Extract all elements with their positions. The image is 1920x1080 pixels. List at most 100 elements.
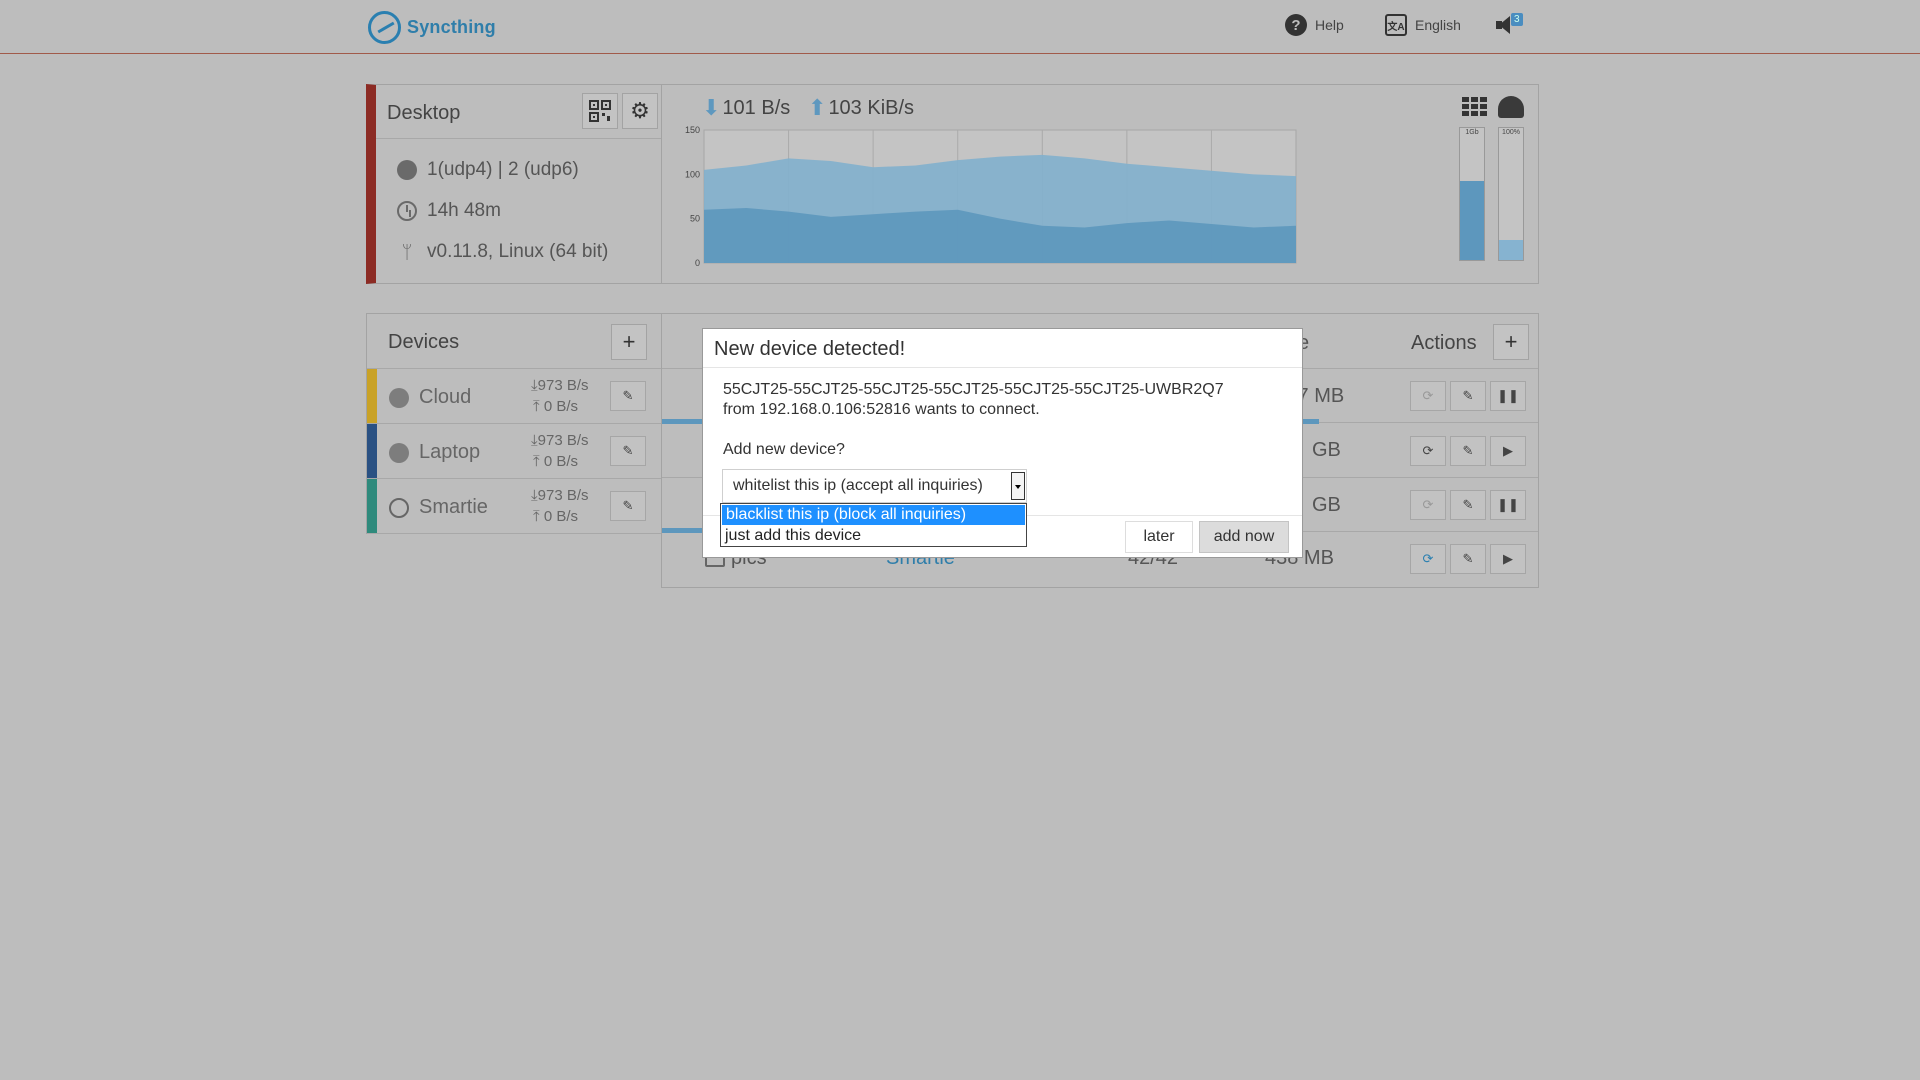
device-name: Cloud: [419, 386, 472, 408]
globe-icon: [397, 160, 417, 180]
play-icon: ▶: [1503, 443, 1513, 458]
refresh-icon: ⟳: [1422, 388, 1434, 403]
download-small-icon: ⤓: [531, 487, 538, 504]
y-tick-label: 100: [685, 169, 700, 179]
code-fork-icon: ᛘ: [401, 241, 413, 262]
edit-device-button[interactable]: ✎: [610, 436, 646, 466]
devices-title: Devices: [388, 331, 460, 353]
download-small-icon: ⤓: [531, 432, 538, 449]
device-up-rate: 0 B/s: [543, 398, 578, 415]
memory-bar: 1Gb: [1459, 127, 1485, 261]
syncthing-logo-icon: [368, 11, 401, 44]
resume-folder-button[interactable]: ▶: [1490, 544, 1526, 574]
notification-badge: 3: [1511, 13, 1523, 26]
edit-device-button[interactable]: ✎: [610, 491, 646, 521]
uptime-value: 14h 48m: [427, 200, 501, 221]
play-icon: ▶: [1503, 551, 1513, 566]
pause-folder-button[interactable]: ❚❚: [1490, 490, 1526, 520]
upload-rate-value: 103 KiB/s: [828, 96, 915, 119]
plus-icon: +: [622, 329, 636, 354]
chevron-down-icon[interactable]: [1011, 472, 1025, 500]
memory-bar-label: 1Gb: [1465, 129, 1479, 136]
pause-icon: ❚❚: [1497, 388, 1519, 403]
device-name: Laptop: [419, 441, 481, 463]
device-row-smartie[interactable]: Smartie ⤓973 B/s ⤒ 0 B/s ✎: [367, 479, 662, 534]
y-tick-label: 150: [685, 125, 700, 135]
qr-code-icon: [589, 100, 611, 122]
add-device-question: Add new device?: [723, 441, 845, 458]
grid-icon[interactable]: [1462, 96, 1488, 118]
rescan-folder-button[interactable]: ⟳: [1410, 436, 1446, 466]
device-action-select[interactable]: whitelist this ip (accept all inquiries): [722, 469, 1027, 503]
resume-folder-button[interactable]: ▶: [1490, 436, 1526, 466]
cpu-bar-label: 100%: [1502, 129, 1520, 136]
device-down-rate: 973 B/s: [537, 377, 589, 394]
edit-device-button[interactable]: ✎: [610, 381, 646, 411]
new-device-modal: New device detected! 55CJT25-55CJT25-55C…: [702, 328, 1303, 558]
rescan-folder-button[interactable]: ⟳: [1410, 381, 1446, 411]
device-name: Smartie: [419, 496, 488, 518]
help-menu[interactable]: ? Help: [1285, 14, 1344, 36]
pencil-icon: ✎: [1462, 497, 1474, 512]
gauge-icon[interactable]: [1498, 96, 1524, 118]
plus-icon: +: [1504, 329, 1518, 354]
top-navbar: Syncthing ? Help 文A English 3: [0, 0, 1920, 54]
device-status-dot: [389, 443, 409, 463]
add-device-button[interactable]: +: [611, 324, 647, 360]
device-status-dot: [389, 498, 409, 518]
device-action-options: blacklist this ip (block all inquiries) …: [720, 503, 1027, 547]
device-down-rate: 973 B/s: [537, 432, 589, 449]
devices-heading: Devices +: [367, 314, 661, 369]
add-now-button[interactable]: add now: [1199, 521, 1289, 553]
upload-icon: ⬆: [808, 95, 827, 120]
edit-folder-button[interactable]: ✎: [1450, 490, 1486, 520]
pause-folder-button[interactable]: ❚❚: [1490, 381, 1526, 411]
option-just-add[interactable]: just add this device: [721, 526, 1026, 546]
upload-small-icon: ⤒: [533, 398, 544, 415]
modal-title: New device detected!: [703, 329, 1302, 368]
refresh-icon: ⟳: [1422, 551, 1434, 566]
device-row-cloud[interactable]: Cloud ⤓973 B/s ⤒ 0 B/s ✎: [367, 369, 662, 424]
rescan-folder-button[interactable]: ⟳: [1410, 490, 1446, 520]
device-row-laptop[interactable]: Laptop ⤓973 B/s ⤒ 0 B/s ✎: [367, 424, 662, 479]
device-color-stripe: [367, 369, 377, 423]
device-up-rate: 0 B/s: [543, 453, 578, 470]
memory-bar-fill: [1460, 180, 1484, 260]
pause-icon: ❚❚: [1497, 497, 1519, 512]
traffic-chart: 150 100 50 0: [685, 125, 1297, 268]
device-up-rate: 0 B/s: [543, 508, 578, 525]
select-value: whitelist this ip (accept all inquiries): [733, 477, 983, 494]
uptime-info: 14h 48m: [397, 200, 501, 222]
clock-icon: [397, 201, 417, 221]
device-rates: ⤓973 B/s ⤒ 0 B/s: [531, 430, 589, 472]
device-rates: ⤓973 B/s ⤒ 0 B/s: [531, 375, 589, 417]
folder-size: GB: [1312, 439, 1341, 461]
listeners-info: 1(udp4) | 2 (udp6): [397, 159, 579, 181]
rescan-folder-button[interactable]: ⟳: [1410, 544, 1446, 574]
question-icon: ?: [1285, 14, 1307, 36]
modal-body: 55CJT25-55CJT25-55CJT25-55CJT25-55CJT25-…: [723, 380, 1224, 460]
edit-folder-button[interactable]: ✎: [1450, 436, 1486, 466]
edit-folder-button[interactable]: ✎: [1450, 381, 1486, 411]
language-menu[interactable]: 文A English: [1385, 14, 1461, 36]
pencil-icon: ✎: [1462, 551, 1474, 566]
qr-code-button[interactable]: [582, 93, 618, 129]
y-tick-label: 0: [695, 258, 700, 268]
version-value: v0.11.8, Linux (64 bit): [427, 241, 609, 262]
upload-small-icon: ⤒: [533, 508, 544, 525]
pencil-icon: ✎: [622, 443, 634, 458]
settings-button[interactable]: ⚙: [622, 93, 658, 129]
refresh-icon: ⟳: [1422, 443, 1434, 458]
brand[interactable]: Syncthing: [368, 11, 496, 44]
cpu-bar: 100%: [1498, 127, 1524, 261]
device-status-dot: [389, 388, 409, 408]
edit-folder-button[interactable]: ✎: [1450, 544, 1486, 574]
upload-rate: ⬆ 103 KiB/s: [808, 95, 914, 121]
download-rate: ⬇ 101 B/s: [702, 95, 790, 121]
help-label: Help: [1315, 17, 1344, 33]
add-folder-button[interactable]: +: [1493, 324, 1529, 360]
later-button[interactable]: later: [1125, 521, 1193, 553]
device-color-stripe: [367, 424, 377, 478]
option-blacklist[interactable]: blacklist this ip (block all inquiries): [722, 505, 1025, 525]
pencil-icon: ✎: [1462, 443, 1474, 458]
